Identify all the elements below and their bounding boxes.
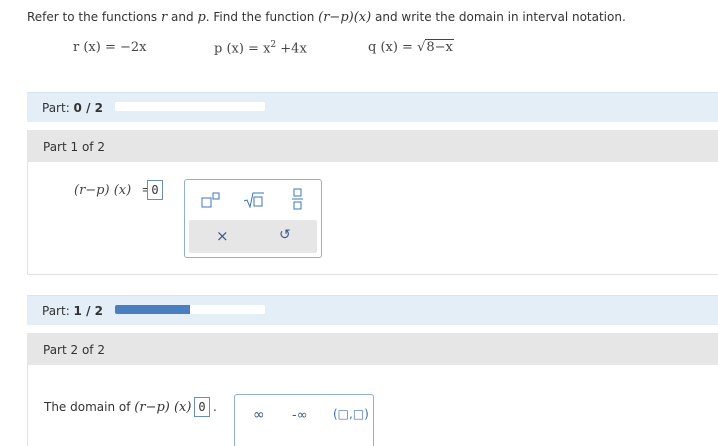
section-header-part-1: Part 1 of 2	[27, 130, 718, 162]
part-progress-label-1: Part: 0 / 2	[42, 101, 103, 115]
section-title-part-1: Part 1 of 2	[43, 140, 105, 154]
question-and: and	[167, 10, 198, 24]
question-mid: . Find the function	[205, 10, 319, 24]
progress-track-2	[115, 305, 265, 314]
question-p: p	[197, 10, 206, 25]
function-r-text: r (x) = −2x	[73, 40, 147, 55]
question-text: Refer to the functions r and p. Find the…	[27, 10, 626, 25]
section-title-part-2: Part 2 of 2	[43, 343, 105, 357]
question-expr: (r−p)(x)	[318, 10, 372, 25]
section-header-part-2: Part 2 of 2	[27, 333, 718, 365]
part-progress-value-1: 0 / 2	[73, 101, 103, 115]
part-progress-value-2: 1 / 2	[73, 304, 103, 318]
function-r: r (x) = −2x	[73, 40, 146, 55]
answer-2-period: .	[213, 400, 217, 414]
function-q-left: q (x) =	[368, 40, 418, 55]
answer-2-input[interactable]: 0	[194, 397, 210, 417]
palette-1-action-row: × ↺	[189, 220, 317, 253]
open-interval-button[interactable]: (□,□)	[333, 407, 369, 421]
fraction-icon[interactable]	[291, 188, 305, 213]
math-palette-2: ∞ -∞ (□,□)	[234, 394, 374, 446]
negative-infinity-button[interactable]: -∞	[292, 408, 308, 423]
undo-icon[interactable]: ↺	[279, 227, 291, 243]
progress-track-1	[115, 102, 265, 111]
function-p: p (x) = x2 +4x	[214, 40, 307, 56]
question-suffix: and write the domain in interval notatio…	[371, 10, 626, 24]
function-p-left: p (x) = x	[214, 41, 271, 57]
math-palette-1: × ↺	[184, 179, 322, 258]
answer-2-expression: (r−p) (x)	[134, 400, 192, 415]
answer-1-input[interactable]: 0	[147, 180, 163, 200]
part-progress-label-2: Part: 1 / 2	[42, 304, 103, 318]
part-1-panel	[27, 162, 718, 275]
function-q-radicand: 8−x	[425, 39, 454, 55]
answer-2-sentence: The domain of (r−p) (x) is	[44, 400, 205, 415]
clear-icon[interactable]: ×	[216, 227, 229, 245]
function-q: q (x) = √8−x	[368, 39, 454, 55]
question-prefix: Refer to the functions	[27, 10, 161, 24]
function-p-right: +4x	[276, 41, 307, 57]
answer-1-expression: (r−p) (x) =	[74, 183, 152, 198]
part-progress-bar-1: Part: 0 / 2	[27, 92, 718, 122]
palette-1-top-row	[185, 180, 321, 218]
part-progress-bar-2: Part: 1 / 2	[27, 295, 718, 325]
superscript-icon[interactable]	[201, 192, 223, 211]
progress-fill-2	[115, 305, 190, 314]
infinity-button[interactable]: ∞	[253, 407, 265, 423]
square-root-icon[interactable]	[243, 192, 265, 211]
